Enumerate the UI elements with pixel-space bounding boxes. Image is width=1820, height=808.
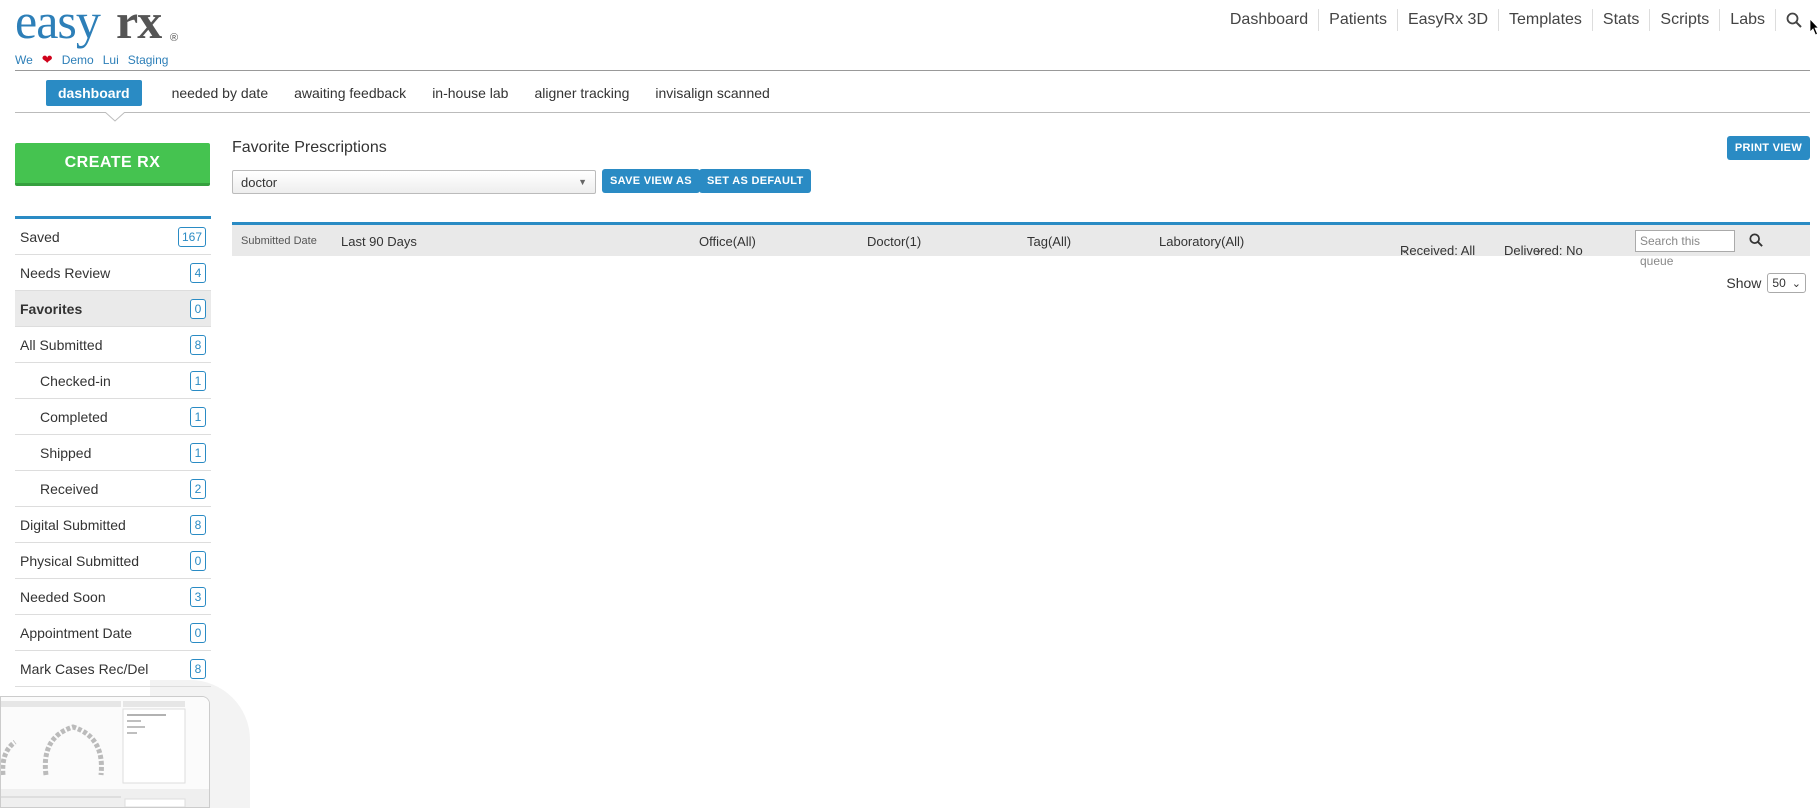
create-rx-button[interactable]: CREATE RX xyxy=(15,143,210,186)
received-filter-value: Received: All xyxy=(1400,243,1476,258)
sublink-we[interactable]: We xyxy=(15,53,33,67)
count-badge: 167 xyxy=(177,226,206,247)
count-badge: 1 xyxy=(190,370,206,391)
top-navigation: Dashboard Patients EasyRx 3D Templates S… xyxy=(1220,9,1802,31)
sidebar-item-shipped[interactable]: Shipped 1 xyxy=(15,435,211,471)
sidebar-item-saved[interactable]: Saved 167 xyxy=(15,219,211,255)
sidebar-item-label: Needs Review xyxy=(20,264,111,281)
sublink-demo[interactable]: Demo xyxy=(62,53,94,67)
sidebar-item-completed[interactable]: Completed 1 xyxy=(15,399,211,435)
sidebar-item-digital-submitted[interactable]: Digital Submitted 8 xyxy=(15,507,211,543)
heart-icon: ❤ xyxy=(41,52,53,67)
sidebar-item-checked-in[interactable]: Checked-in 1 xyxy=(15,363,211,399)
count-badge: 4 xyxy=(190,262,206,283)
queue-sidebar: Saved 167 Needs Review 4 Favorites 0 All… xyxy=(15,216,211,687)
set-as-default-button[interactable]: SET AS DEFAULT xyxy=(699,169,812,193)
screen-preview-thumbnail[interactable] xyxy=(0,696,210,808)
sidebar-item-received[interactable]: Received 2 xyxy=(15,471,211,507)
queue-filter-bar: Submitted Date Last 90 Days Office(All) … xyxy=(232,222,1810,268)
tab-invisalign-scanned[interactable]: invisalign scanned xyxy=(655,82,795,104)
tab-aligner-tracking[interactable]: aligner tracking xyxy=(534,82,655,104)
easyrx-logo[interactable]: easy rx ® xyxy=(15,0,179,56)
registered-mark: ® xyxy=(170,32,179,44)
chevron-down-icon: ▼ xyxy=(578,177,587,187)
chevron-down-icon: ⌄ xyxy=(1534,244,1544,256)
count-badge: 0 xyxy=(190,622,206,643)
sidebar-item-appointment-date[interactable]: Appointment Date 0 xyxy=(15,615,211,651)
nav-labs[interactable]: Labs xyxy=(1719,9,1775,31)
search-icon[interactable] xyxy=(1775,9,1802,31)
sidebar-item-label: Completed xyxy=(40,408,108,425)
page-size-value: 50 xyxy=(1772,276,1786,290)
count-badge: 8 xyxy=(190,658,206,679)
logo-text-easy: easy xyxy=(15,0,101,49)
sidebar-item-needed-soon[interactable]: Needed Soon 3 xyxy=(15,579,211,615)
sidebar-item-all-submitted[interactable]: All Submitted 8 xyxy=(15,327,211,363)
laboratory-filter[interactable]: Laboratory(All) xyxy=(1159,234,1244,249)
dental-chart-preview-icon xyxy=(1,697,209,807)
page-size-select[interactable]: 50 ⌄ xyxy=(1767,273,1806,293)
sidebar-item-needs-review[interactable]: Needs Review 4 xyxy=(15,255,211,291)
sublink-staging[interactable]: Staging xyxy=(128,53,169,67)
office-filter[interactable]: Office(All) xyxy=(699,234,756,249)
count-badge: 3 xyxy=(190,586,206,607)
nav-patients[interactable]: Patients xyxy=(1318,9,1397,31)
sidebar-item-physical-submitted[interactable]: Physical Submitted 0 xyxy=(15,543,211,579)
count-badge: 0 xyxy=(190,550,206,571)
sidebar-item-label: Shipped xyxy=(40,444,92,461)
nav-stats[interactable]: Stats xyxy=(1591,9,1649,31)
count-badge: 0 xyxy=(190,298,206,319)
header-divider xyxy=(15,70,1810,71)
sidebar-item-label: Physical Submitted xyxy=(20,552,140,569)
tab-needed-by-date[interactable]: needed by date xyxy=(172,82,295,104)
print-view-button[interactable]: PRINT VIEW xyxy=(1726,136,1810,160)
nav-scripts[interactable]: Scripts xyxy=(1649,9,1719,31)
tab-in-house-lab[interactable]: in-house lab xyxy=(432,82,534,104)
logo-text-rx: rx xyxy=(116,0,162,49)
save-view-as-button[interactable]: SAVE VIEW AS xyxy=(602,169,700,193)
sidebar-item-label: Mark Cases Rec/Del xyxy=(20,660,149,677)
sidebar-item-label: Appointment Date xyxy=(20,624,133,641)
count-badge: 1 xyxy=(190,406,206,427)
nav-easyrx-3d[interactable]: EasyRx 3D xyxy=(1396,9,1498,31)
tab-awaiting-feedback[interactable]: awaiting feedback xyxy=(294,82,432,104)
doctor-filter[interactable]: Doctor(1) xyxy=(867,234,921,249)
dashboard-tabs: dashboard needed by date awaiting feedba… xyxy=(46,80,796,106)
chevron-down-icon: ⌄ xyxy=(1400,244,1410,256)
submitted-date-label: Submitted Date xyxy=(241,235,317,247)
tab-dashboard[interactable]: dashboard xyxy=(46,80,142,106)
chevron-down-icon: ⌄ xyxy=(1791,277,1801,290)
active-tab-pointer-icon xyxy=(105,112,125,122)
page-title: Favorite Prescriptions xyxy=(232,139,387,156)
sidebar-item-label: Saved xyxy=(20,228,60,245)
sidebar-item-label: Digital Submitted xyxy=(20,516,126,533)
sublink-lui[interactable]: Lui xyxy=(103,53,119,67)
sidebar-item-label: All Submitted xyxy=(20,336,103,353)
tabs-divider xyxy=(15,112,1810,113)
sidebar-item-label: Favorites xyxy=(20,300,83,317)
sidebar-item-label: Checked-in xyxy=(40,372,111,389)
nav-dashboard[interactable]: Dashboard xyxy=(1220,9,1318,31)
date-range-filter[interactable]: Last 90 Days xyxy=(341,234,417,249)
count-badge: 1 xyxy=(190,442,206,463)
saved-view-value: doctor xyxy=(241,174,278,190)
count-badge: 2 xyxy=(190,478,206,499)
sidebar-item-label: Needed Soon xyxy=(20,588,106,605)
page-size-control: Show 50 ⌄ xyxy=(1726,273,1806,293)
saved-view-select[interactable]: doctor ▼ xyxy=(232,170,596,194)
show-label: Show xyxy=(1726,275,1762,291)
count-badge: 8 xyxy=(190,334,206,355)
logo-sublinks: We ❤ Demo Lui Staging xyxy=(15,52,168,68)
nav-templates[interactable]: Templates xyxy=(1498,9,1592,31)
mouse-pointer-icon xyxy=(1809,17,1820,41)
sidebar-item-label: Received xyxy=(40,480,99,497)
delivered-filter-value: Delivered: No xyxy=(1504,243,1583,258)
count-badge: 8 xyxy=(190,514,206,535)
tag-filter[interactable]: Tag(All) xyxy=(1027,234,1071,249)
sidebar-item-favorites[interactable]: Favorites 0 xyxy=(15,291,211,327)
search-icon[interactable] xyxy=(1749,233,1763,250)
queue-search-input[interactable]: Search this queue xyxy=(1635,230,1735,268)
